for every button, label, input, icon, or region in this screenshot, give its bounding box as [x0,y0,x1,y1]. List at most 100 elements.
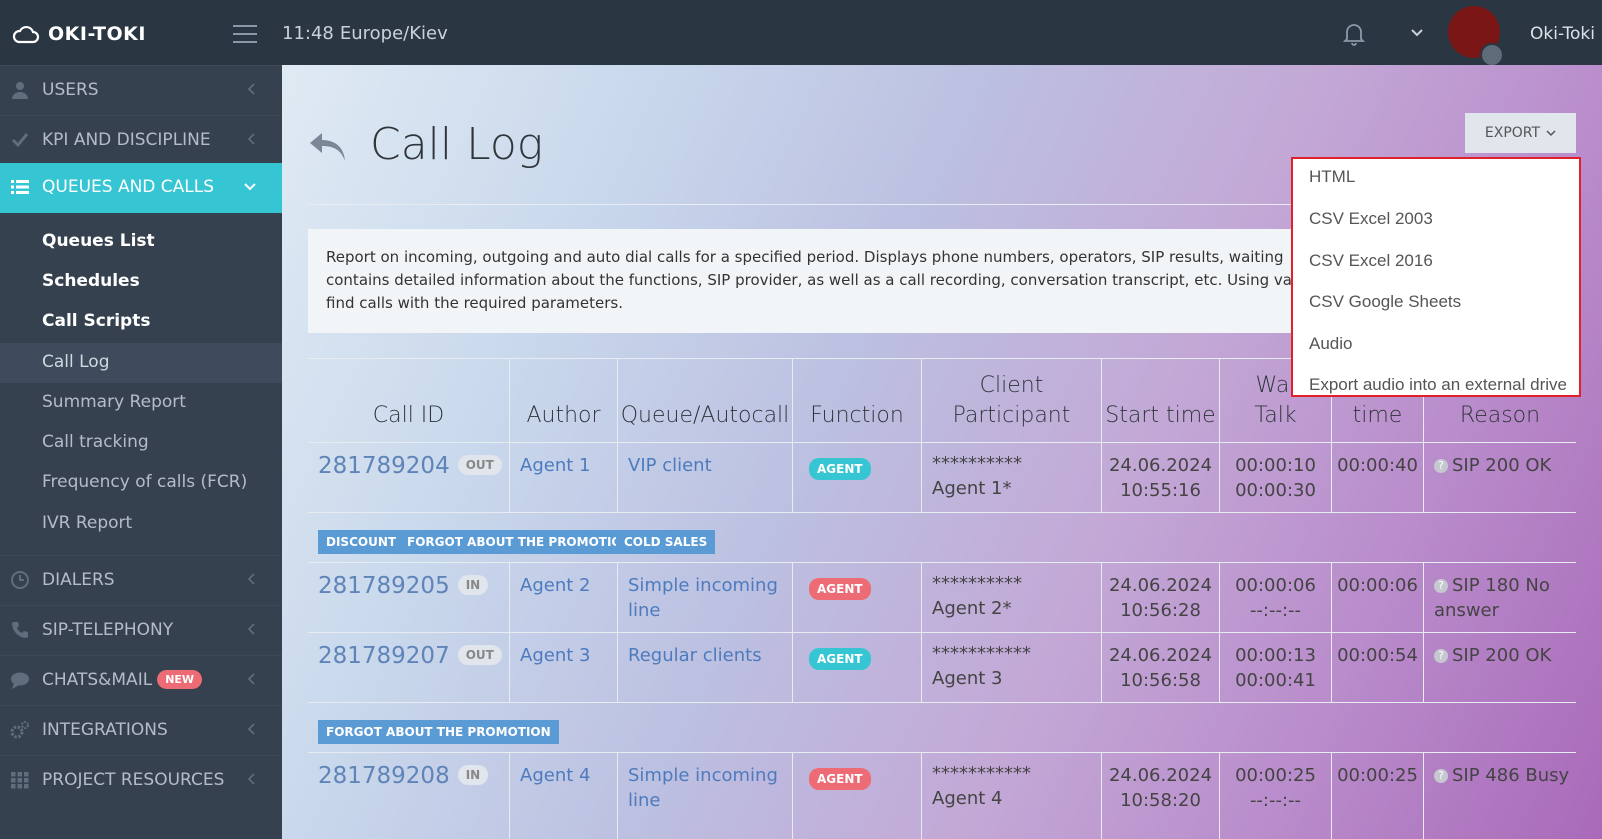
user-icon [12,82,28,99]
queue-link-cont[interactable]: line [628,600,660,621]
brand-name: OKI-TOKI [48,23,146,45]
question-icon[interactable]: ? [1434,769,1448,783]
talk-time: --:--:-- [1249,600,1302,621]
export-dropdown-menu: HTML CSV Excel 2003 CSV Excel 2016 CSV G… [1291,157,1581,397]
gears-icon [10,721,29,739]
queue-link[interactable]: Simple incoming [628,765,778,786]
export-html-option[interactable]: HTML [1309,167,1355,187]
participant: Agent 2* [932,598,1012,619]
table-row: 281789205 IN Agent 2 Simple incoming line … [308,562,1576,633]
client-number: *********** [932,643,1031,664]
logo[interactable]: OKI-TOKI [12,20,146,48]
sidebar-sub-call-tracking[interactable]: Call tracking [0,423,282,463]
tag[interactable]: DISCOUNT [318,530,405,554]
sidebar-sub-call-scripts[interactable]: Call Scripts [0,302,282,342]
function-badge: AGENT [809,578,871,600]
clock: 11:48 Europe/Kiev [282,23,448,44]
sidebar-item-label: QUEUES AND CALLS [42,177,215,197]
chevron-left-icon [247,573,255,585]
col-queue[interactable]: Queue/Autocall [618,359,793,443]
author-link[interactable]: Agent 1 [520,455,590,476]
back-arrow-icon[interactable] [308,131,348,163]
tag[interactable]: FORGOT ABOUT THE PROMOTION [318,720,559,744]
sidebar-item-dialers[interactable]: DIALERS [0,555,282,605]
start-date: 24.06.2024 [1108,765,1213,786]
chevron-down-icon [244,183,256,191]
tags-row: FORGOT ABOUT THE PROMOTION [308,702,1576,753]
export-csv-google-sheets-option[interactable]: CSV Google Sheets [1309,292,1461,312]
sidebar-item-label: KPI AND DISCIPLINE [42,130,211,150]
export-csv-excel-2003-option[interactable]: CSV Excel 2003 [1309,209,1433,229]
function-badge: AGENT [809,768,871,790]
export-csv-excel-2016-option[interactable]: CSV Excel 2016 [1309,251,1433,271]
bell-icon[interactable] [1343,22,1365,46]
chevron-left-icon [247,723,255,735]
call-id-link[interactable]: 281789208 [318,763,450,789]
list-icon [11,180,29,194]
sidebar-item-sip-telephony[interactable]: SIP-TELEPHONY [0,605,282,655]
sidebar-item-chats-mail[interactable]: CHATS&MAIL NEW [0,655,282,705]
function-badge: AGENT [809,458,871,480]
sidebar-item-users[interactable]: USERS [0,65,282,115]
sip-reason: SIP 200 OK [1452,645,1552,666]
question-icon[interactable]: ? [1434,579,1448,593]
question-icon[interactable]: ? [1434,459,1448,473]
start-time: 10:56:58 [1120,670,1201,691]
author-link[interactable]: Agent 4 [520,765,590,786]
start-time: 10:56:28 [1120,600,1201,621]
participant: Agent 3 [932,668,1003,689]
sidebar-item-integrations[interactable]: INTEGRATIONS [0,705,282,755]
col-client[interactable]: Client Participant [922,359,1102,443]
chevron-left-icon [247,673,255,685]
direction-badge: OUT [457,455,502,475]
wait-time: 00:00:25 [1235,765,1316,786]
tag[interactable]: FORGOT ABOUT THE PROMOTION [399,530,640,554]
client-number: *********** [932,763,1031,784]
author-link[interactable]: Agent 3 [520,645,590,666]
username[interactable]: Oki-Toki [1530,24,1595,44]
sidebar-item-label: USERS [42,80,99,100]
sidebar-item-project-resources[interactable]: PROJECT RESOURCES [0,755,282,805]
export-audio-external-drive-option[interactable]: Export audio into an external drive [1309,375,1567,395]
client-number: ********** [932,573,1022,594]
sidebar-item-kpi[interactable]: KPI AND DISCIPLINE [0,115,282,165]
main-content: Call Log EXPORT Report on incoming, outg… [282,65,1602,839]
queue-link[interactable]: VIP client [628,455,712,476]
sidebar-sub-schedules[interactable]: Schedules [0,262,282,302]
author-link[interactable]: Agent 2 [520,575,590,596]
talk-time: 00:00:41 [1235,670,1316,691]
call-id-link[interactable]: 281789207 [318,643,450,669]
talk-time: 00:00:30 [1235,480,1316,501]
sidebar-sub-fcr[interactable]: Frequency of calls (FCR) [0,463,282,503]
chevron-down-icon[interactable] [1411,29,1423,37]
table-row: 281789208 IN Agent 4 Simple incoming line … [308,752,1576,839]
question-icon[interactable]: ? [1434,649,1448,663]
menu-toggle-icon[interactable] [233,25,257,43]
cloud-icon [12,25,40,44]
clock-timezone: Europe/Kiev [339,23,448,44]
export-audio-option[interactable]: Audio [1309,334,1352,354]
top-bar: OKI-TOKI 11:48 Europe/Kiev Oki-Toki [0,0,1602,67]
sip-reason-cont: answer [1434,600,1500,621]
col-call-id[interactable]: Call ID [308,359,510,443]
col-function[interactable]: Function [793,359,922,443]
grid-icon [11,772,29,789]
sidebar-sub-call-log[interactable]: Call Log [0,343,282,383]
tag[interactable]: COLD SALES [616,530,716,554]
sidebar-sub-ivr-report[interactable]: IVR Report [0,504,282,544]
sidebar-sub-summary-report[interactable]: Summary Report [0,383,282,423]
call-id-link[interactable]: 281789205 [318,573,450,599]
col-start-time[interactable]: Start time [1102,359,1220,443]
call-id-link[interactable]: 281789204 [318,453,450,479]
queue-link[interactable]: Simple incoming [628,575,778,596]
chevron-left-icon [247,623,255,635]
sidebar-item-queues-and-calls[interactable]: QUEUES AND CALLS [0,163,282,213]
start-time: 10:58:20 [1120,790,1201,811]
sidebar-sub-queues-list[interactable]: Queues List [0,222,282,262]
status-dot [1480,43,1504,67]
start-date: 24.06.2024 [1108,575,1213,596]
export-button[interactable]: EXPORT [1465,113,1576,153]
queue-link[interactable]: Regular clients [628,645,762,666]
col-author[interactable]: Author [510,359,618,443]
queue-link-cont[interactable]: line [628,790,660,811]
